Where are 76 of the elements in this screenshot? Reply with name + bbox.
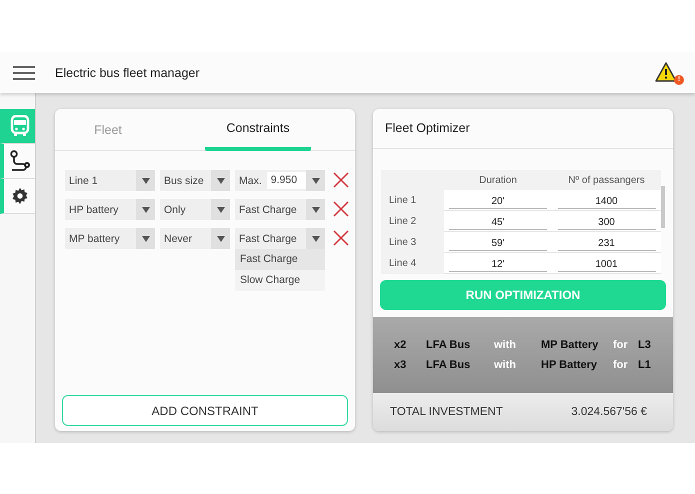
dropdown-value: HP battery	[68, 204, 120, 216]
result-line: L1	[638, 359, 651, 371]
remove-button[interactable]	[333, 172, 349, 188]
settings-icon	[10, 187, 28, 205]
result-bus: LFA Bus	[426, 339, 472, 351]
close-icon	[333, 172, 349, 188]
dropdown-toggle[interactable]	[306, 199, 325, 220]
dropdown[interactable]: Fast Charge	[235, 228, 325, 249]
scrollbar[interactable]	[661, 186, 665, 228]
close-icon	[333, 230, 349, 246]
dropdown-toggle[interactable]	[211, 199, 230, 220]
result-line: L3	[638, 339, 651, 351]
dropdown[interactable]: HP battery	[65, 199, 155, 220]
dropdown-toggle[interactable]	[306, 170, 325, 191]
caret-icon	[312, 178, 320, 184]
caret-icon	[216, 178, 224, 184]
result-connector: with	[494, 339, 517, 351]
row-label: Line 2	[388, 215, 418, 229]
caret-icon	[312, 206, 320, 212]
dropdown-value: MP battery	[68, 232, 121, 244]
row-label: Line 3	[388, 236, 418, 250]
caret-icon	[142, 178, 150, 184]
result-connector: with	[494, 359, 517, 371]
total-value: 3.024.567'56 €	[571, 406, 647, 418]
dropdown[interactable]: Bus size	[160, 170, 230, 191]
caret-icon	[312, 236, 320, 242]
dropdown[interactable]: Never	[160, 228, 230, 249]
dropdown-value: Never	[163, 232, 194, 244]
dropdown-value: Line 1	[68, 174, 99, 186]
column-header: Duration	[478, 174, 518, 188]
remove-button[interactable]	[333, 201, 349, 217]
result-connector: for	[613, 339, 629, 351]
limit-label: Max.	[238, 174, 262, 186]
result-quantity: x3	[394, 359, 408, 371]
result-battery: MP Battery	[541, 339, 600, 351]
result-battery: HP Battery	[541, 359, 598, 371]
remove-button[interactable]	[333, 230, 349, 246]
dropdown[interactable]: MP battery	[65, 228, 155, 249]
caret-icon	[142, 206, 150, 212]
column-header: Nº of passangers	[567, 174, 646, 188]
result-connector: for	[613, 359, 629, 371]
caret-icon	[142, 236, 150, 242]
add-constraint-button[interactable]: ADD CONSTRAINT	[62, 395, 348, 426]
close-icon	[333, 201, 349, 217]
dropdown-toggle[interactable]	[211, 170, 230, 191]
sidebar-item[interactable]	[0, 144, 35, 179]
caret-icon	[216, 206, 224, 212]
dropdown-value: Only	[163, 204, 187, 216]
limit-input[interactable]: 9.950	[266, 172, 306, 189]
dropdown-toggle[interactable]	[136, 170, 155, 191]
row-label: Line 4	[388, 257, 418, 271]
dropdown-value: Fast Charge	[238, 204, 298, 216]
dropdown-option[interactable]: Slow Charge	[235, 270, 325, 291]
dropdown-value: Bus size	[163, 174, 205, 186]
panel-title: Fleet Optimizer	[373, 109, 673, 149]
dropdown[interactable]: Max. 9.950	[235, 170, 325, 191]
dropdown-toggle[interactable]	[136, 199, 155, 220]
dropdown[interactable]: Fast Charge	[235, 199, 325, 220]
dropdown-toggle[interactable]	[211, 228, 230, 249]
dropdown-toggle[interactable]	[306, 228, 325, 249]
dropdown-option[interactable]: Fast Charge	[235, 249, 325, 270]
caret-icon	[216, 236, 224, 242]
row-label: Line 1	[388, 194, 418, 208]
app-title: Electric bus fleet manager	[55, 66, 201, 80]
result-quantity: x2	[394, 339, 408, 351]
bus-icon	[10, 115, 30, 137]
sidebar-item[interactable]	[0, 179, 35, 214]
tab[interactable]: Constraints	[205, 109, 311, 151]
dropdown[interactable]: Only	[160, 199, 230, 220]
dropdown-toggle[interactable]	[136, 228, 155, 249]
dropdown-value: Fast Charge	[238, 232, 298, 244]
result-bus: LFA Bus	[426, 359, 472, 371]
dropdown[interactable]: Line 1	[65, 170, 155, 191]
menu-icon[interactable]	[13, 66, 35, 80]
total-label: TOTAL INVESTMENT	[390, 406, 503, 418]
route-icon	[8, 150, 30, 172]
